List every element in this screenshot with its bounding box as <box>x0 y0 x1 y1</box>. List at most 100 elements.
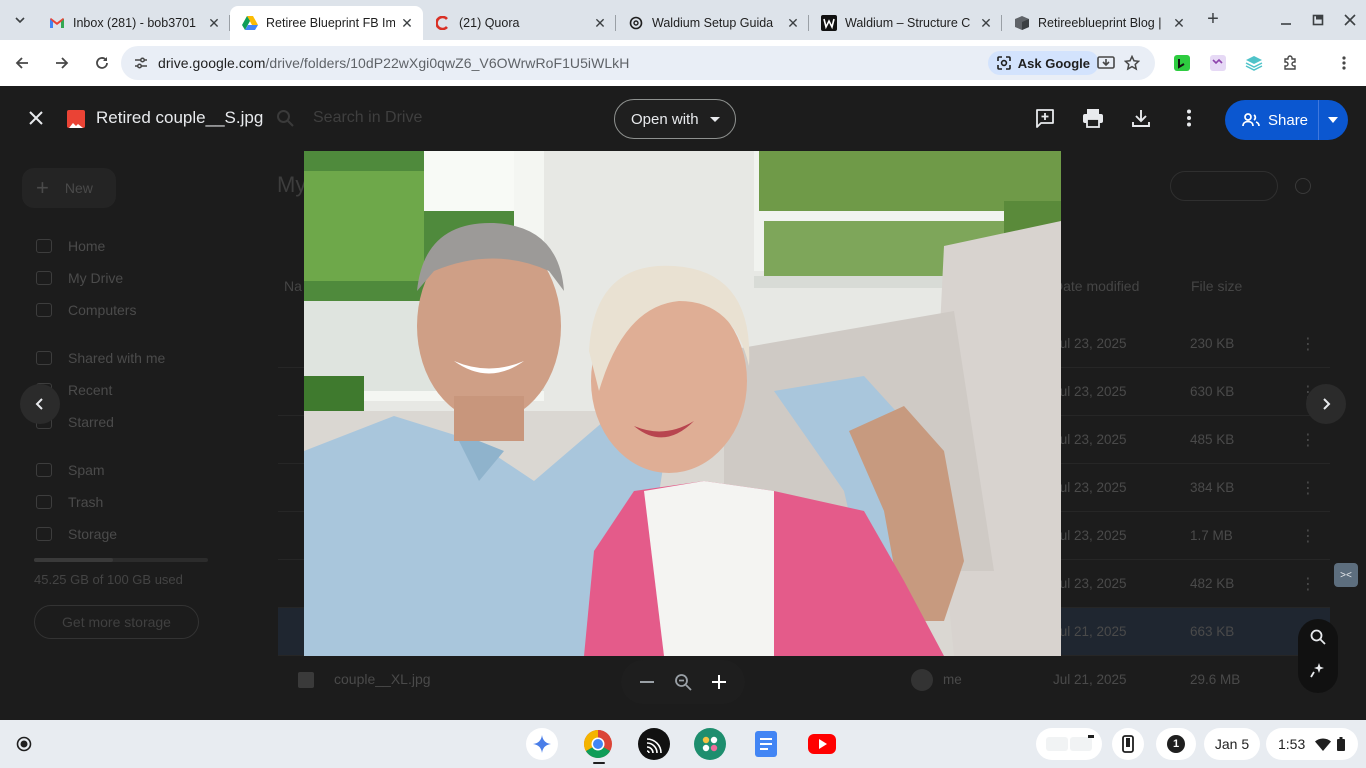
side-panel-tab[interactable]: >< <box>1334 563 1358 587</box>
add-comment-icon <box>1036 109 1054 128</box>
arrow-right-icon <box>56 57 69 69</box>
forward-button[interactable] <box>44 45 80 81</box>
zoom-out-button[interactable] <box>633 668 661 696</box>
cast-icon <box>646 738 662 753</box>
tab-search-button[interactable] <box>7 7 33 33</box>
new-tab-button[interactable]: + <box>1199 6 1227 34</box>
tab-retiree-blog[interactable]: Retireeblueprint Blog | ✕ <box>1002 6 1195 40</box>
row-size: 482 KB <box>1190 576 1235 591</box>
zoom-reset-button[interactable] <box>669 668 697 696</box>
next-file-button[interactable] <box>1306 384 1346 424</box>
arrow-left-icon <box>15 57 28 69</box>
column-name: Na <box>284 278 302 294</box>
chromeos-shelf: 1 Jan 5 1:53 <box>0 720 1366 768</box>
youtube-app[interactable] <box>806 728 838 760</box>
view-toggle <box>1170 171 1278 201</box>
minimize-icon[interactable] <box>1270 0 1302 40</box>
chevron-right-icon <box>1323 398 1331 410</box>
tab-gmail[interactable]: Inbox (281) - bob3701 ✕ <box>37 6 230 40</box>
close-viewer-button[interactable] <box>22 104 50 132</box>
tray-date[interactable]: Jan 5 <box>1204 728 1260 760</box>
tray-status-area[interactable]: 1:53 <box>1266 728 1358 760</box>
image-file-icon <box>67 110 85 128</box>
tray-phone-hub[interactable] <box>1112 728 1144 760</box>
tab-waldium-structure[interactable]: Waldium – Structure C ✕ <box>809 6 1002 40</box>
computer-icon <box>36 303 52 317</box>
print-button[interactable] <box>1079 104 1107 132</box>
tab-waldium-setup[interactable]: Waldium Setup Guida ✕ <box>616 6 809 40</box>
sidebar-item-label: Recent <box>68 382 113 398</box>
quora-icon <box>435 15 451 31</box>
chevron-down-icon <box>15 17 25 24</box>
share-dropdown-button[interactable] <box>1319 100 1347 140</box>
extension-green-icon[interactable] <box>1172 53 1192 73</box>
back-button[interactable] <box>4 45 40 81</box>
search-image-button[interactable] <box>1310 629 1326 650</box>
share-button[interactable]: Share <box>1225 100 1319 140</box>
reload-button[interactable] <box>84 45 120 81</box>
close-window-icon[interactable] <box>1334 0 1366 40</box>
row-date: Jul 23, 2025 <box>1053 432 1127 447</box>
tab-title: Retiree Blueprint FB Im <box>266 16 395 30</box>
tab-title: Waldium Setup Guida <box>652 16 774 30</box>
tab-drive[interactable]: Retiree Blueprint FB Im ✕ <box>230 6 423 40</box>
preview-image <box>304 151 1061 656</box>
ai-sparkle-button[interactable] <box>1310 662 1326 683</box>
sidebar-item-storage: Storage <box>36 526 117 542</box>
sidebar-item-home: Home <box>36 238 105 254</box>
lens-floating-controls <box>1298 619 1338 693</box>
tab-close-icon[interactable]: ✕ <box>592 15 608 31</box>
workspace-app[interactable] <box>694 728 726 760</box>
tray-notifications[interactable]: 1 <box>1156 728 1196 760</box>
photo-senior-couple <box>304 151 1061 656</box>
chrome-icon <box>584 730 612 758</box>
row-file-name: couple__XL.jpg <box>334 671 431 687</box>
openai-icon <box>628 15 644 31</box>
previous-file-button[interactable] <box>20 384 60 424</box>
docs-app[interactable] <box>750 728 782 760</box>
tab-close-icon[interactable]: ✕ <box>785 15 801 31</box>
waldium-icon <box>821 15 837 31</box>
sidebar-item-trash: Trash <box>36 494 103 510</box>
chevron-left-icon <box>35 398 43 410</box>
tab-close-icon[interactable]: ✕ <box>399 15 415 31</box>
ask-google-button[interactable]: Ask Google <box>987 51 1099 75</box>
more-actions-button[interactable] <box>1175 104 1203 132</box>
new-label: New <box>64 180 93 196</box>
tray-clipboard[interactable] <box>1036 728 1102 760</box>
chrome-app[interactable] <box>582 728 614 760</box>
tab-title: Inbox (281) - bob3701 <box>73 16 197 30</box>
sidebar-item-label: Computers <box>68 302 137 318</box>
battery-icon <box>1337 737 1346 751</box>
extension-layers-icon[interactable] <box>1244 53 1264 73</box>
tab-close-icon[interactable]: ✕ <box>978 15 994 31</box>
info-icon <box>1295 178 1311 194</box>
google-lens-icon <box>996 56 1011 70</box>
storage-text: 45.25 GB of 100 GB used <box>34 572 183 587</box>
tab-close-icon[interactable]: ✕ <box>206 15 222 31</box>
download-button[interactable] <box>1127 104 1155 132</box>
launcher-button[interactable] <box>12 732 36 756</box>
bookmark-star-icon[interactable] <box>1122 53 1142 73</box>
extensions-puzzle-icon[interactable] <box>1280 53 1300 73</box>
sidebar-item-label: Home <box>68 238 106 254</box>
install-app-icon[interactable] <box>1096 53 1116 73</box>
site-info-icon[interactable] <box>126 48 156 78</box>
zoom-in-button[interactable] <box>705 668 733 696</box>
tab-close-icon[interactable]: ✕ <box>1171 15 1187 31</box>
tab-quora[interactable]: (21) Quora ✕ <box>423 6 616 40</box>
sidebar-item-shared: Shared with me <box>36 350 165 366</box>
extension-purple-icon[interactable] <box>1208 53 1228 73</box>
row-date: Jul 23, 2025 <box>1053 576 1127 591</box>
download-icon <box>1132 110 1150 127</box>
cast-app[interactable] <box>638 728 670 760</box>
open-with-button[interactable]: Open with <box>614 99 736 139</box>
gemini-app[interactable] <box>526 728 558 760</box>
share-label: Share <box>1268 111 1309 129</box>
chrome-menu-icon[interactable] <box>1334 53 1354 73</box>
sidebar-item-label: My Drive <box>68 270 124 286</box>
address-bar[interactable]: drive.google.com/drive/folders/10dP22wXg… <box>121 46 1155 80</box>
sidebar-item-label: Spam <box>68 462 105 478</box>
maximize-icon[interactable] <box>1302 0 1334 40</box>
add-comment-button[interactable] <box>1031 104 1059 132</box>
